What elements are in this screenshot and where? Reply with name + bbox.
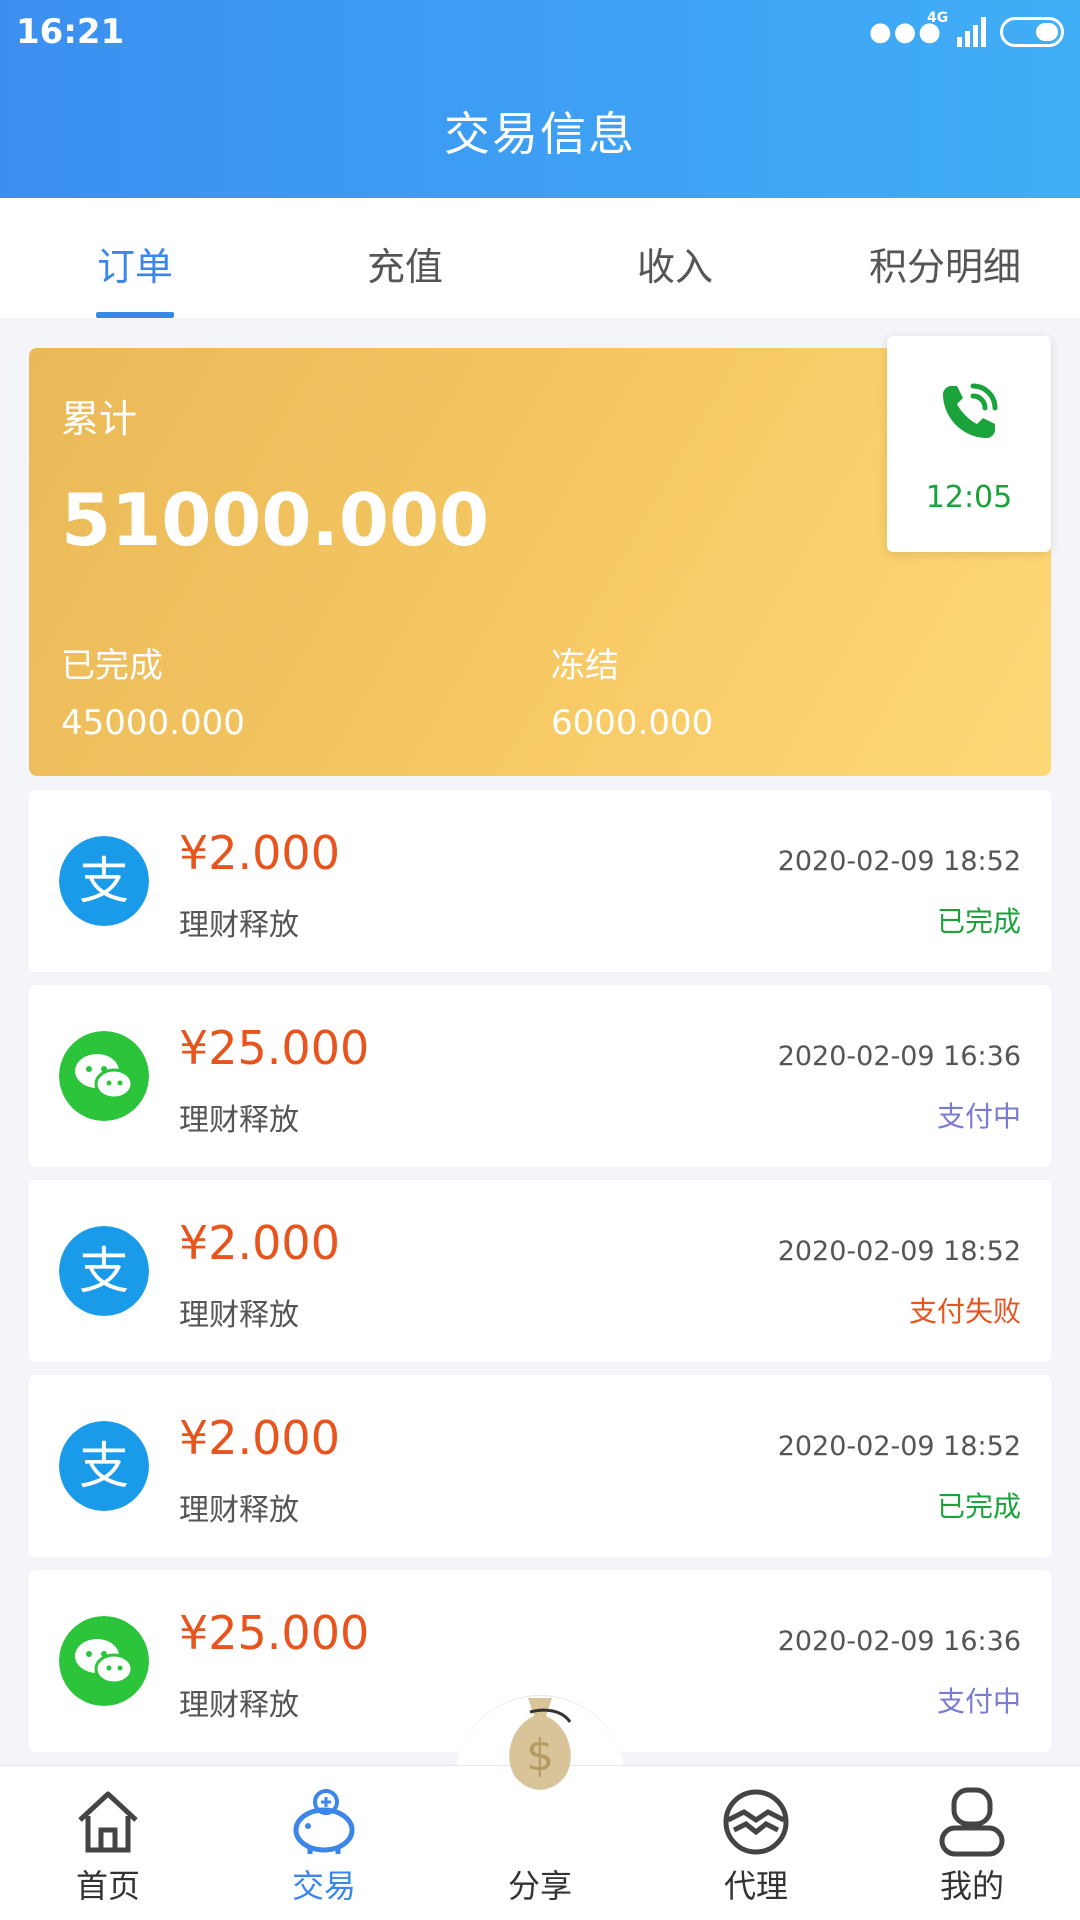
nav-trade-label: 交易 <box>291 1867 356 1905</box>
order-desc: 理财释放 <box>179 908 299 943</box>
svg-text:支: 支 <box>79 852 129 910</box>
money-bag-icon: $ <box>509 1698 572 1790</box>
order-amount: ¥2.000 <box>179 826 340 880</box>
status-time: 16:21 <box>16 12 125 52</box>
order-status: 已完成 <box>936 1490 1021 1523</box>
tab-income[interactable]: 收入 <box>540 198 810 318</box>
tab-recharge[interactable]: 充值 <box>270 198 540 318</box>
order-amount: ¥2.000 <box>179 1411 340 1465</box>
order-desc: 理财释放 <box>179 1688 299 1723</box>
order-status: 支付失败 <box>908 1295 1021 1328</box>
frozen-value: 6000.000 <box>551 703 714 743</box>
order-amount: ¥25.000 <box>179 1021 370 1075</box>
nav-mine-label: 我的 <box>939 1867 1004 1905</box>
wechat-icon <box>59 1031 149 1121</box>
tab-points-detail[interactable]: 积分明细 <box>810 198 1080 318</box>
order-time: 2020-02-09 16:36 <box>777 1041 1021 1072</box>
order-desc: 理财释放 <box>179 1298 299 1333</box>
total-value: 51000.000 <box>61 478 490 562</box>
nav-home[interactable]: 首页 <box>0 1766 216 1920</box>
total-label: 累计 <box>61 397 138 441</box>
network-type: 4G <box>927 10 949 26</box>
nav-share-label: 分享 <box>507 1867 572 1905</box>
alipay-icon: 支 <box>59 1226 149 1316</box>
battery-icon <box>1000 17 1064 47</box>
call-widget[interactable]: 12:05 <box>887 336 1051 552</box>
data-arrows-icon: ⇅ <box>927 29 938 43</box>
app-header: 16:21 ●●● 4G ⇅ 交易信息 <box>0 0 1080 198</box>
wechat-icon <box>59 1616 149 1706</box>
order-time: 2020-02-09 16:36 <box>777 1626 1021 1657</box>
tab-orders[interactable]: 订单 <box>0 198 270 318</box>
svg-text:支: 支 <box>79 1437 129 1495</box>
nav-agent-label: 代理 <box>723 1867 788 1905</box>
svg-text:支: 支 <box>79 1242 129 1300</box>
phone-icon <box>943 383 998 438</box>
signal-icon: 4G ⇅ <box>927 11 986 47</box>
home-icon <box>78 1791 138 1853</box>
order-amount: ¥2.000 <box>179 1216 340 1270</box>
order-status: 支付中 <box>936 1685 1021 1718</box>
order-status: 已完成 <box>936 905 1021 938</box>
user-icon <box>939 1787 1005 1857</box>
alipay-icon: 支 <box>59 1421 149 1511</box>
status-icons: ●●● 4G ⇅ <box>869 11 1064 52</box>
nav-mine[interactable]: 我的 <box>864 1766 1080 1920</box>
nav-agent[interactable]: 代理 <box>648 1766 864 1920</box>
order-time: 2020-02-09 18:52 <box>777 1431 1021 1462</box>
tab-bar: 订单 充值 收入 积分明细 <box>0 198 1080 318</box>
bottom-nav: 首页 交易 $ 分享 代理 我的 <box>0 1698 1080 1920</box>
call-time: 12:05 <box>925 480 1013 515</box>
piggy-bank-icon <box>293 1789 355 1854</box>
completed-value: 45000.000 <box>61 703 245 743</box>
order-status: 支付中 <box>936 1100 1021 1133</box>
order-desc: 理财释放 <box>179 1103 299 1138</box>
nav-trade[interactable]: 交易 <box>216 1766 432 1920</box>
order-item[interactable]: 支 ¥2.000 理财释放 2020-02-09 18:52 已完成 <box>29 1375 1051 1557</box>
order-time: 2020-02-09 18:52 <box>777 1236 1021 1267</box>
completed-label: 已完成 <box>61 646 163 686</box>
order-item[interactable]: 支 ¥2.000 理财释放 2020-02-09 18:52 支付失败 <box>29 1180 1051 1362</box>
order-item[interactable]: 支 ¥2.000 理财释放 2020-02-09 18:52 已完成 <box>29 790 1051 972</box>
order-desc: 理财释放 <box>179 1493 299 1528</box>
handshake-icon <box>723 1789 789 1855</box>
frozen-label: 冻结 <box>551 646 619 686</box>
order-time: 2020-02-09 18:52 <box>777 846 1021 877</box>
page-title: 交易信息 <box>444 107 636 161</box>
order-item[interactable]: ¥25.000 理财释放 2020-02-09 16:36 支付中 <box>29 985 1051 1167</box>
alipay-icon: 支 <box>59 836 149 926</box>
order-amount: ¥25.000 <box>179 1606 370 1660</box>
svg-text:$: $ <box>526 1730 554 1781</box>
nav-share[interactable]: $ 分享 <box>432 1698 648 1920</box>
nav-home-label: 首页 <box>75 1867 140 1905</box>
